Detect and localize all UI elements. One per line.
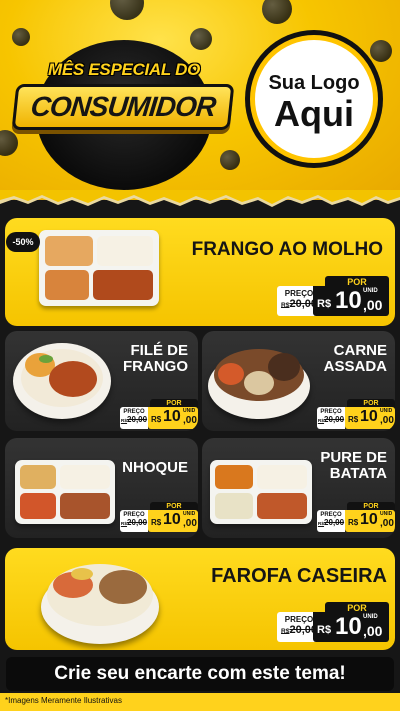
price-tag: POR PREÇO R$20,00 R$ 10 UNID ,00 (277, 276, 389, 316)
product-card-frango-ao-molho[interactable]: FRANGO AO MOLHO POR PREÇO R$20,00 R$ 10 … (5, 218, 395, 326)
badge-top-text: MÊS ESPECIAL DO (48, 60, 200, 79)
coin-decoration (110, 0, 144, 20)
product-title: NHOQUE (122, 459, 188, 476)
product-card-carne-assada[interactable]: CARNE ASSADA POR PREÇO R$20,00 R$ 10 UNI… (202, 331, 395, 431)
price-currency: R$ (151, 415, 162, 424)
footer-strip: *Imagens Meramente Ilustrativas (0, 693, 400, 711)
price-old-box: PREÇO R$20,00 (317, 407, 345, 429)
price-old-box: PREÇO R$20,00 (120, 407, 148, 429)
price-integer: 10 (335, 287, 362, 314)
price-new-box: R$ 10 UNID ,00 (313, 612, 389, 642)
price-integer: 10 (163, 408, 181, 425)
product-title: FAROFA CASEIRA (211, 565, 387, 587)
product-title: FRANGO AO MOLHO (191, 239, 383, 260)
price-unit: UNID (380, 511, 393, 517)
campaign-badge: MÊS ESPECIAL DO CONSUMIDOR (11, 40, 235, 190)
price-old-box: PREÇO R$20,00 (317, 510, 345, 532)
product-image (210, 460, 312, 524)
price-tag: POR PREÇO R$20,00 R$ 10 UNID ,00 (317, 502, 395, 532)
price-unit: UNID (183, 408, 196, 414)
product-card-file-de-frango[interactable]: FILÉ DE FRANGO POR PREÇO R$20,00 R$ 10 U… (5, 331, 198, 431)
price-decimals: ,00 (380, 518, 394, 529)
price-new-box: R$ 10 UNID ,00 (148, 407, 198, 429)
badge-main-text: CONSUMIDOR (11, 84, 235, 130)
coin-decoration (370, 40, 392, 62)
logo-line-2: Aqui (274, 93, 354, 134)
price-tag: POR PREÇO R$20,00 R$ 10 UNID ,00 (120, 502, 198, 532)
price-new-box: R$ 10 UNID ,00 (345, 510, 395, 532)
product-card-pure-de-batata[interactable]: PURE DE BATATA POR PREÇO R$20,00 R$ 10 U… (202, 438, 395, 538)
price-currency: R$ (317, 298, 332, 310)
product-image (13, 339, 113, 419)
price-decimals: ,00 (380, 415, 394, 426)
price-old-box: PREÇO R$20,00 (120, 510, 148, 532)
product-image (15, 460, 115, 524)
product-image (208, 345, 312, 421)
price-unit: UNID (363, 614, 378, 620)
price-old-value: R$20,00 (317, 415, 345, 424)
price-unit: UNID (183, 511, 196, 517)
price-integer: 10 (360, 511, 378, 528)
price-currency: R$ (151, 518, 162, 527)
product-title: FILÉ DE FRANGO (123, 342, 188, 375)
price-unit: UNID (363, 288, 378, 294)
price-decimals: ,00 (363, 297, 383, 313)
price-unit: UNID (380, 408, 393, 414)
price-tag: POR PREÇO R$20,00 R$ 10 UNID ,00 (120, 399, 198, 429)
product-image (39, 230, 159, 306)
product-image (41, 560, 161, 646)
price-currency: R$ (348, 415, 359, 424)
header-banner: MÊS ESPECIAL DO CONSUMIDOR Sua Logo Aqui (0, 0, 400, 200)
price-new-box: R$ 10 UNID ,00 (148, 510, 198, 532)
price-decimals: ,00 (183, 518, 197, 529)
price-integer: 10 (335, 613, 362, 640)
price-tag: POR PREÇO R$20,00 R$ 10 UNID ,00 (277, 602, 389, 642)
product-title: PURE DE BATATA (320, 449, 387, 482)
price-decimals: ,00 (363, 623, 383, 639)
product-card-nhoque[interactable]: NHOQUE POR PREÇO R$20,00 R$ 10 UNID ,00 (5, 438, 198, 538)
price-old-value: R$20,00 (120, 415, 148, 424)
cta-banner[interactable]: Crie seu encarte com este tema! (6, 657, 394, 691)
price-old-value: R$20,00 (317, 518, 345, 527)
price-decimals: ,00 (183, 415, 197, 426)
footnote: *Imagens Meramente Ilustrativas (5, 696, 122, 705)
discount-badge: -50% (6, 232, 40, 252)
torn-paper-edge (0, 190, 400, 207)
price-integer: 10 (163, 511, 181, 528)
price-old-value: R$20,00 (120, 518, 148, 527)
logo-line-1: Sua Logo (268, 72, 360, 94)
price-currency: R$ (348, 518, 359, 527)
logo-placeholder: Sua Logo Aqui (250, 35, 378, 163)
price-new-box: R$ 10 UNID ,00 (345, 407, 395, 429)
price-currency: R$ (317, 624, 332, 636)
price-integer: 10 (360, 408, 378, 425)
price-tag: POR PREÇO R$20,00 R$ 10 UNID ,00 (317, 399, 395, 429)
product-title: CARNE ASSADA (323, 342, 387, 375)
price-new-box: R$ 10 UNID ,00 (313, 286, 389, 316)
product-card-farofa-caseira[interactable]: FAROFA CASEIRA POR PREÇO R$20,00 R$ 10 U… (5, 548, 395, 650)
coin-decoration (262, 0, 292, 24)
